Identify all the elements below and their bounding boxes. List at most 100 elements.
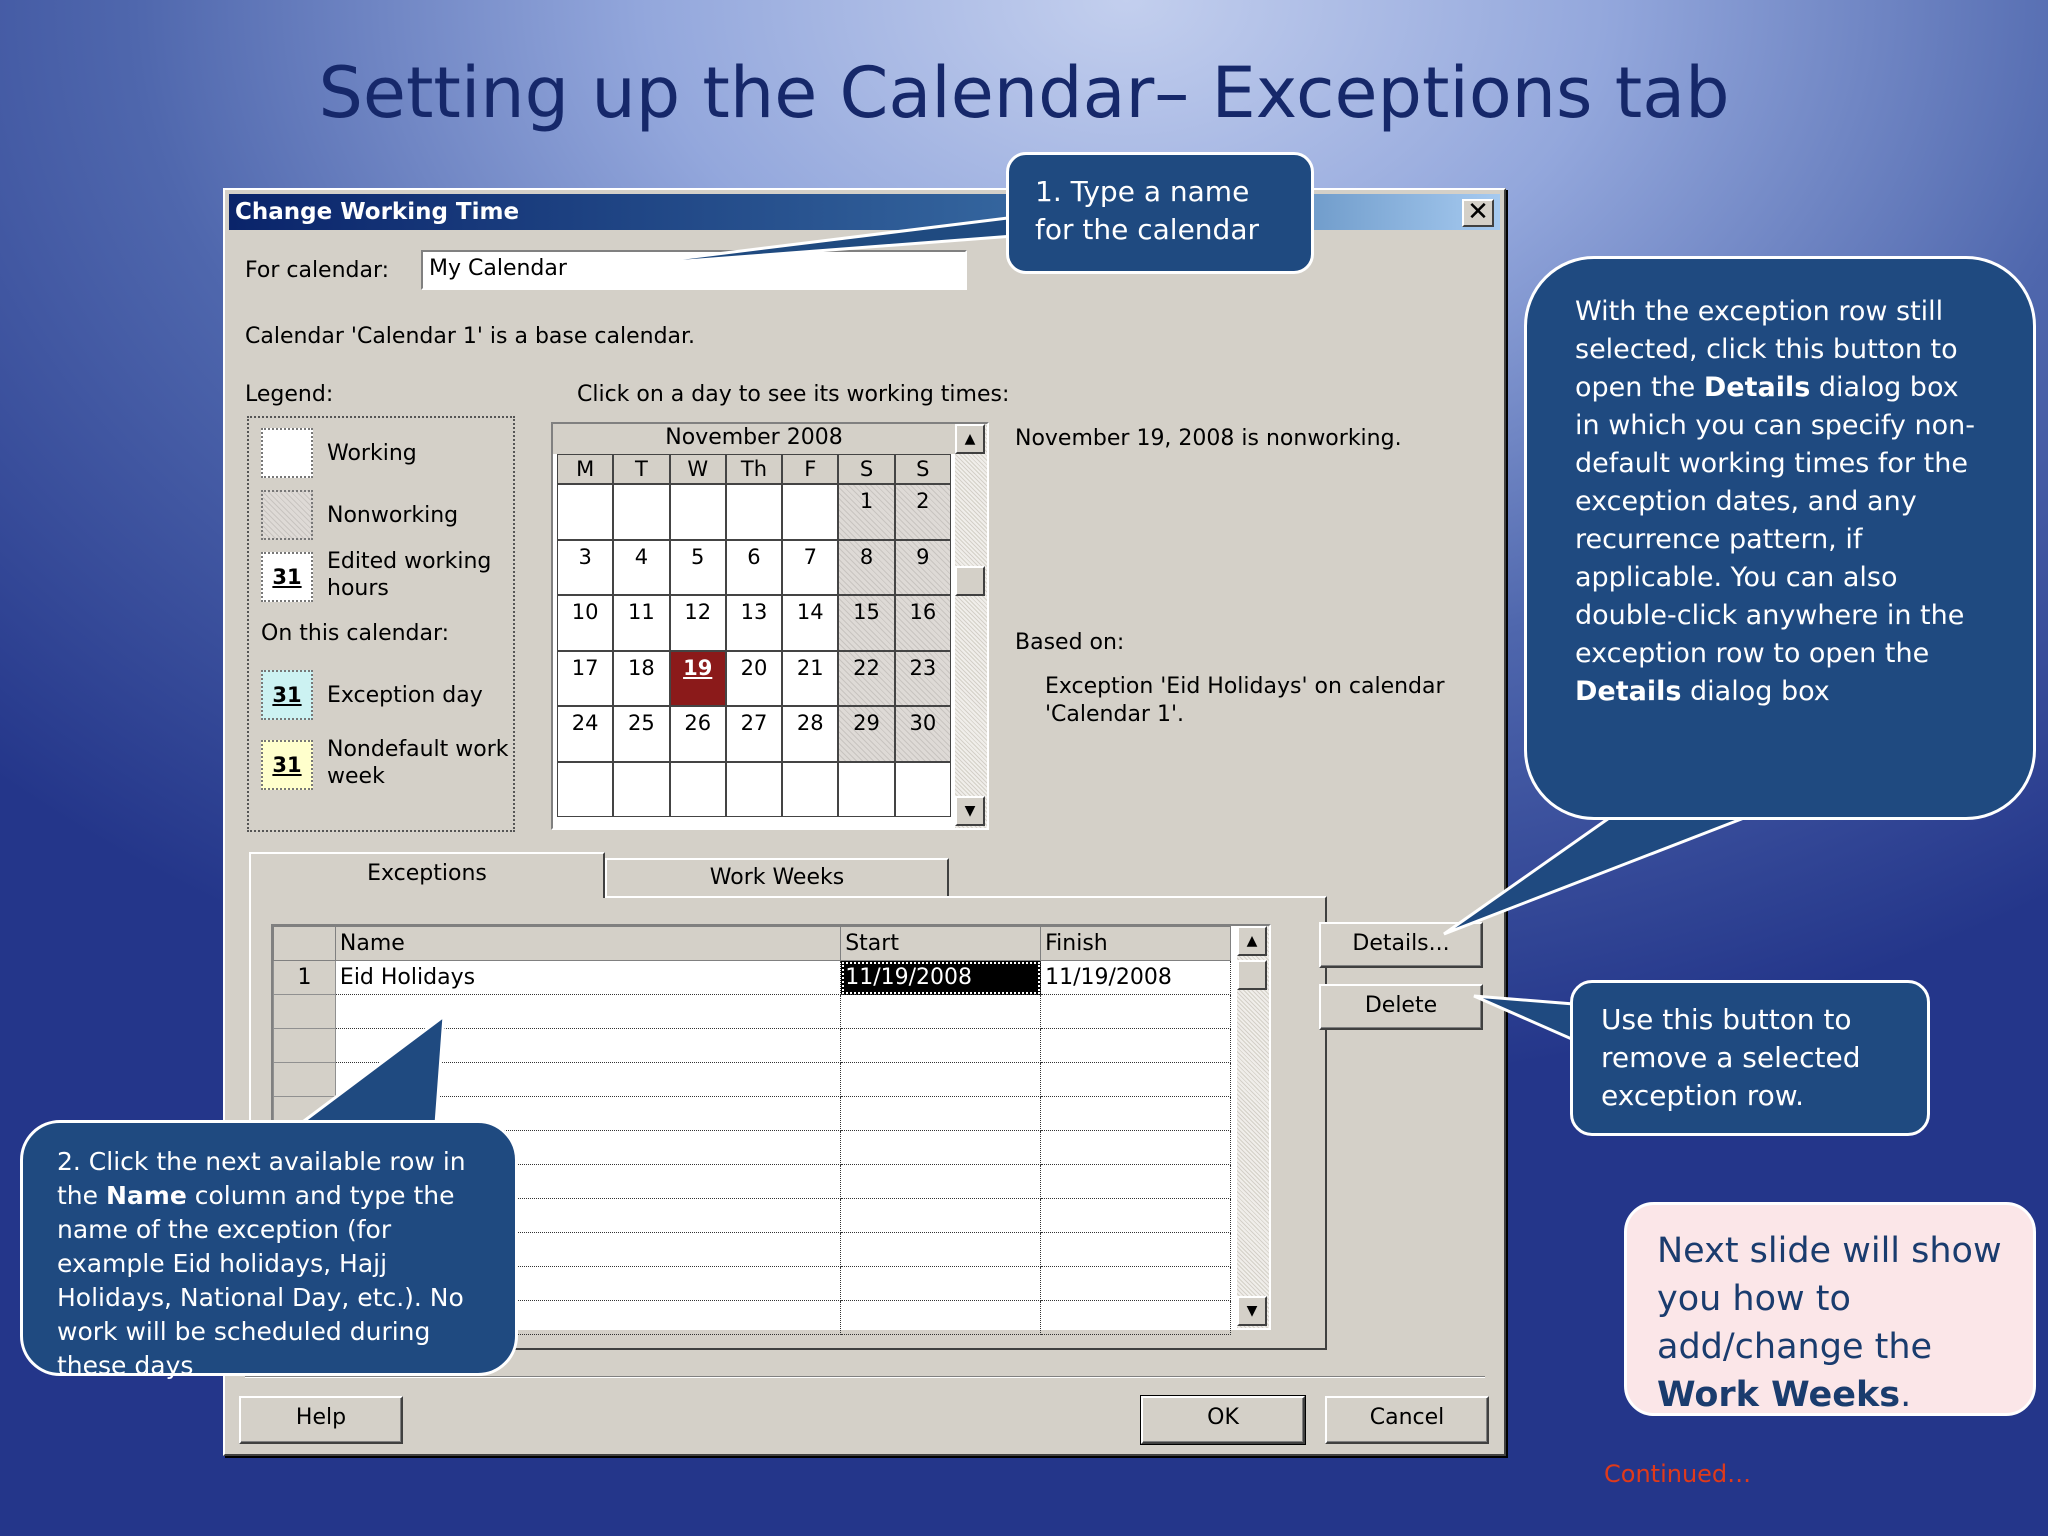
calendar-day[interactable] [669,484,726,540]
tab-exceptions[interactable]: Exceptions [249,852,605,898]
calendar-day[interactable]: 10 [557,595,614,651]
calendar-day[interactable] [782,761,839,817]
calendar-day[interactable]: 26 [669,706,726,762]
table-cell[interactable] [840,1232,1042,1267]
weekday-header: S [894,454,951,484]
help-button[interactable]: Help [239,1396,403,1444]
calendar-day[interactable]: 16 [894,595,951,651]
table-cell[interactable] [840,1300,1042,1335]
table-cell[interactable] [840,1062,1042,1097]
calendar-day[interactable]: 12 [669,595,726,651]
table-cell[interactable] [1040,1198,1231,1233]
table-cell[interactable] [840,1266,1042,1301]
table-row-empty[interactable] [273,1028,1231,1063]
calendar-scrollbar[interactable]: ▲ ▼ [955,424,987,828]
table-cell[interactable] [1040,1300,1231,1335]
table-cell[interactable] [1040,1266,1231,1301]
calendar-day[interactable] [557,484,614,540]
column-start-header[interactable]: Start [840,926,1042,961]
calendar-day[interactable]: 1 [838,484,895,540]
calendar-day[interactable] [557,761,614,817]
table-cell[interactable] [273,1062,336,1097]
calendar-day-selected[interactable]: 19 [669,650,726,706]
exception-finish-cell[interactable]: 11/19/2008 [1040,960,1231,995]
table-scrollbar[interactable]: ▲ ▼ [1237,926,1269,1328]
table-row-empty[interactable] [273,1062,1231,1097]
table-cell[interactable] [840,1130,1042,1165]
calendar-day[interactable]: 17 [557,650,614,706]
cancel-button[interactable]: Cancel [1325,1396,1489,1444]
table-cell[interactable] [840,1164,1042,1199]
table-cell[interactable] [840,994,1042,1029]
calendar-day[interactable]: 20 [725,650,783,706]
calendar-day[interactable] [782,484,839,540]
calendar-day[interactable] [613,484,670,540]
calendar-day[interactable]: 22 [838,650,895,706]
calendar-day[interactable]: 21 [782,650,839,706]
table-cell[interactable] [273,1028,336,1063]
tab-work-weeks[interactable]: Work Weeks [605,858,949,898]
calendar-day[interactable]: 6 [725,539,783,595]
calendar-day[interactable] [894,761,951,817]
calendar-day[interactable]: 11 [613,595,670,651]
table-cell[interactable] [1040,1028,1231,1063]
table-cell[interactable] [840,1096,1042,1131]
calendar-day[interactable]: 24 [557,706,614,762]
close-icon[interactable]: ✕ [1462,199,1494,227]
table-cell[interactable] [1040,994,1231,1029]
column-name-header[interactable]: Name [334,926,842,961]
calendar-day[interactable]: 23 [894,650,951,706]
table-scroll-up-icon[interactable]: ▲ [1237,926,1267,956]
calendar-day[interactable]: 8 [838,539,895,595]
calendar-day[interactable]: 30 [894,706,951,762]
calendar-day[interactable]: 28 [782,706,839,762]
table-cell[interactable] [335,1062,842,1097]
calendar-name-input[interactable]: My Calendar [421,250,967,290]
table-cell[interactable] [335,1028,842,1063]
scroll-thumb[interactable] [955,566,985,596]
table-scroll-down-icon[interactable]: ▼ [1237,1296,1267,1326]
table-cell[interactable] [335,994,842,1029]
column-finish-header[interactable]: Finish [1040,926,1231,961]
calendar-day[interactable] [838,761,895,817]
calendar-day[interactable] [669,761,726,817]
calendar-day[interactable] [725,761,783,817]
weekday-header: Th [725,454,783,484]
row-number[interactable]: 1 [273,960,336,995]
exception-start-cell[interactable]: 11/19/2008 [840,960,1042,995]
details-button[interactable]: Details... [1319,922,1483,968]
nondefault-week-swatch: 31 [261,740,313,790]
delete-button[interactable]: Delete [1319,984,1483,1030]
table-cell[interactable] [1040,1164,1231,1199]
calendar-day[interactable] [725,484,783,540]
table-row[interactable]: 1 Eid Holidays 11/19/2008 11/19/2008 [273,960,1231,995]
calendar-day[interactable] [613,761,670,817]
calendar-day[interactable]: 3 [557,539,614,595]
calendar-day[interactable]: 13 [725,595,783,651]
calendar-day[interactable]: 25 [613,706,670,762]
table-cell[interactable] [840,1028,1042,1063]
table-cell[interactable] [840,1198,1042,1233]
table-cell[interactable] [1040,1130,1231,1165]
continued-label: Continued… [1604,1460,1752,1488]
calendar-day[interactable]: 4 [613,539,670,595]
calendar-day[interactable]: 18 [613,650,670,706]
table-cell[interactable] [1040,1062,1231,1097]
table-cell[interactable] [1040,1096,1231,1131]
ok-button[interactable]: OK [1140,1395,1306,1445]
calendar-day[interactable]: 7 [782,539,839,595]
table-cell[interactable] [273,994,336,1029]
calendar-day[interactable]: 9 [894,539,951,595]
calendar-day[interactable]: 27 [725,706,783,762]
table-scroll-thumb[interactable] [1237,960,1267,990]
calendar-day[interactable]: 29 [838,706,895,762]
scroll-down-icon[interactable]: ▼ [955,796,985,826]
calendar-day[interactable]: 14 [782,595,839,651]
scroll-up-icon[interactable]: ▲ [955,424,985,454]
table-cell[interactable] [1040,1232,1231,1267]
table-row-empty[interactable] [273,994,1231,1029]
calendar-day[interactable]: 5 [669,539,726,595]
exception-name-cell[interactable]: Eid Holidays [335,960,842,995]
calendar-day[interactable]: 15 [838,595,895,651]
calendar-day[interactable]: 2 [894,484,951,540]
